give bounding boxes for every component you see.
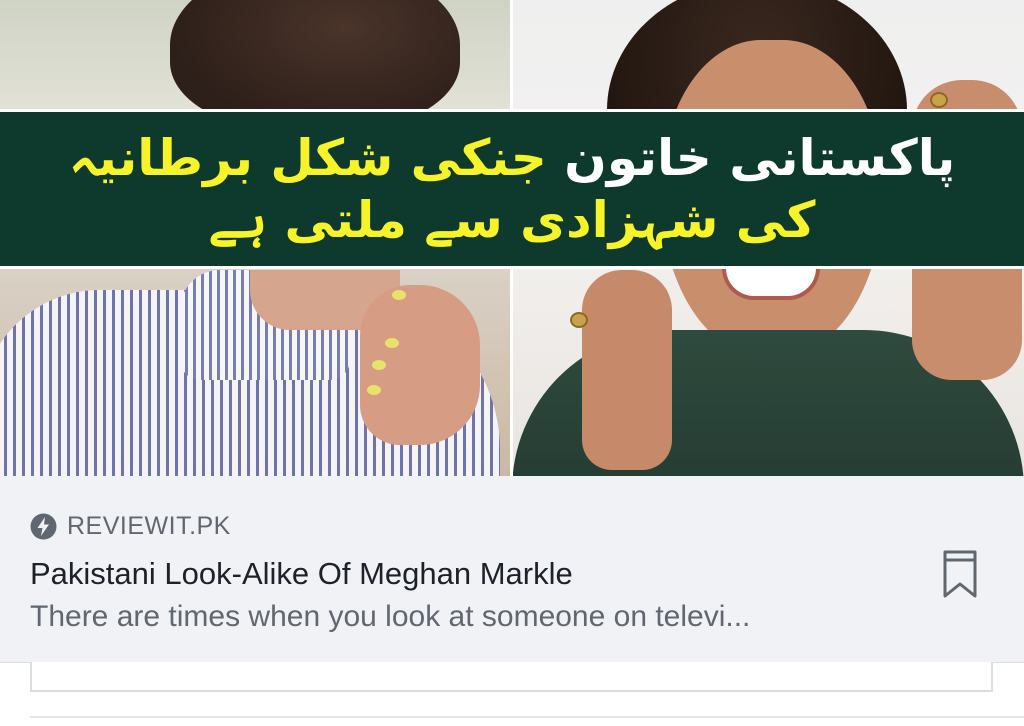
link-domain: REVIEWIT.PK (67, 512, 231, 540)
right-photo-ring (570, 312, 588, 328)
left-photo-nail (385, 338, 399, 348)
next-card-edge (30, 662, 993, 692)
left-photo-nail (392, 290, 406, 300)
right-photo-hand (582, 270, 672, 470)
bookmark-icon (940, 550, 980, 605)
right-photo-ring (930, 92, 948, 108)
lightning-bolt-icon (30, 513, 57, 540)
feed-divider (30, 716, 1024, 718)
left-photo-nail (372, 360, 386, 370)
left-photo-nail (367, 385, 381, 395)
link-source-row: REVIEWIT.PK (30, 512, 231, 541)
link-preview-meta[interactable]: REVIEWIT.PK Pakistani Look-Alike Of Megh… (0, 476, 1024, 663)
link-description: There are times when you look at someone… (30, 600, 751, 633)
save-bookmark-button[interactable] (940, 546, 980, 602)
urdu-headline: پاکستانی خاتون جنکی شکل برطانیہ کی شہزاد… (30, 127, 994, 252)
link-title[interactable]: Pakistani Look-Alike Of Meghan Markle (30, 556, 573, 592)
urdu-headline-part-white: پاکستانی خاتون (546, 128, 956, 187)
link-preview-image[interactable]: پاکستانی خاتون جنکی شکل برطانیہ کی شہزاد… (0, 0, 1024, 476)
urdu-headline-banner: پاکستانی خاتون جنکی شکل برطانیہ کی شہزاد… (0, 109, 1024, 269)
